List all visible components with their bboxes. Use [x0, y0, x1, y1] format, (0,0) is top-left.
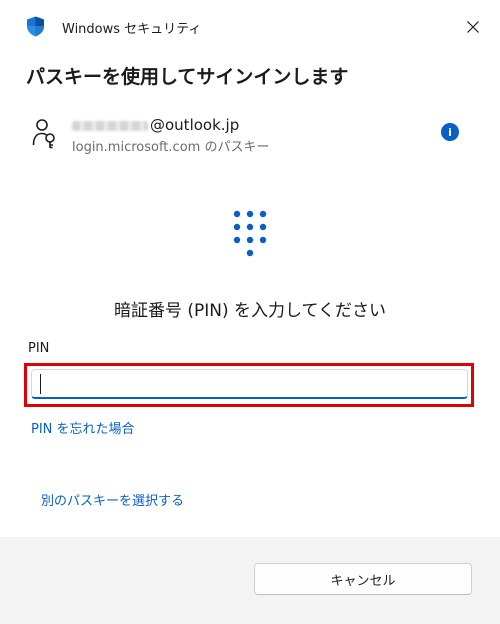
close-button[interactable] — [458, 12, 488, 42]
account-email-domain: @outlook.jp — [150, 116, 240, 134]
dialog-footer: キャンセル — [0, 537, 500, 624]
app-title: Windows セキュリティ — [62, 22, 202, 37]
account-email: @outlook.jp — [72, 116, 239, 134]
choose-other-passkey-link[interactable]: 別のパスキーを選択する — [41, 490, 184, 509]
pin-input[interactable] — [31, 369, 468, 399]
pin-prompt: 暗証番号 (PIN) を入力してください — [113, 301, 387, 321]
dialog-heading: パスキーを使用してサインインします — [26, 66, 349, 88]
shield-icon — [27, 16, 44, 37]
title-bar: Windows セキュリティ — [0, 0, 500, 52]
keypad-icon — [233, 210, 267, 257]
masked-username — [72, 120, 148, 131]
text-caret — [40, 374, 41, 394]
security-dialog: Windows セキュリティ パスキーを使用してサインインします @outloo… — [0, 0, 500, 624]
passkey-icon — [32, 119, 55, 149]
pin-label: PIN — [28, 341, 50, 356]
passkey-site: login.microsoft.com のパスキー — [72, 140, 270, 155]
close-icon — [467, 21, 479, 33]
forgot-pin-link[interactable]: PIN を忘れた場合 — [31, 418, 135, 437]
info-icon[interactable]: i — [441, 123, 459, 141]
cancel-button[interactable]: キャンセル — [254, 563, 472, 595]
